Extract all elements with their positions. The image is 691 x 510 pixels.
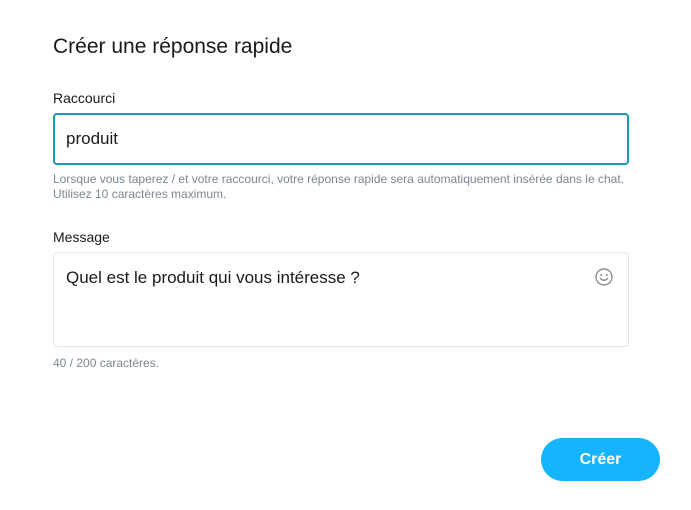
shortcut-label: Raccourci <box>53 90 116 106</box>
message-char-counter: 40 / 200 caractères. <box>53 356 160 370</box>
quick-reply-dialog: Créer une réponse rapide Raccourci produ… <box>0 0 691 510</box>
message-label: Message <box>53 229 110 245</box>
shortcut-input[interactable]: produit <box>53 113 629 165</box>
dialog-title: Créer une réponse rapide <box>53 35 293 58</box>
create-button[interactable]: Créer <box>541 438 660 481</box>
shortcut-hint: Lorsque vous taperez / et votre raccourc… <box>53 172 624 201</box>
message-textarea-value: Quel est le produit qui vous intéresse ? <box>66 268 360 287</box>
message-textarea[interactable]: Quel est le produit qui vous intéresse ? <box>53 252 629 347</box>
shortcut-input-value: produit <box>66 129 118 148</box>
smiley-icon[interactable] <box>594 267 614 287</box>
